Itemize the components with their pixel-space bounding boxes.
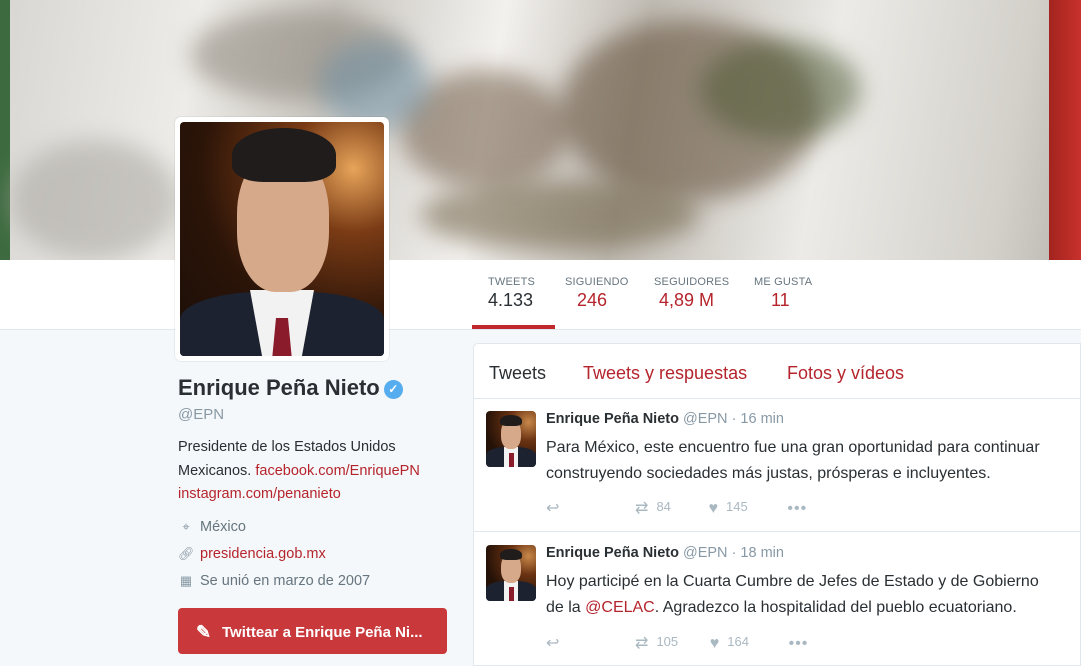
tweet-text-line: Hoy participé en la Cuarta Cumbre de Jef… <box>546 573 1039 590</box>
stat-value: 4.133 <box>488 290 534 310</box>
tweet-time[interactable]: · 18 min <box>732 545 784 561</box>
tweet-actions: ↩ ⇄ 105 ♥ 164 ••• <box>546 633 816 653</box>
profile-joined: ▦ Se unió en marzo de 2007 <box>178 573 370 589</box>
profile-bio: Presidente de los Estados Unidos Mexican… <box>178 436 438 507</box>
stat-value: 246 <box>577 290 608 310</box>
hair-shape <box>500 415 522 426</box>
tweet-avatar[interactable] <box>486 545 536 601</box>
tweet-text: Para México, este encuentro fue una gran… <box>546 435 1066 487</box>
like-action[interactable]: ♥ 164 <box>710 634 749 653</box>
timeline-tabs: Tweets Tweets y respuestas Fotos y vídeo… <box>474 344 1080 399</box>
retweet-icon: ⇄ <box>635 500 649 517</box>
tweet-text-line: Para México, este encuentro fue una gran… <box>546 439 1040 456</box>
tweet-time[interactable]: · 16 min <box>732 411 784 427</box>
heart-icon: ♥ <box>709 635 720 652</box>
joined-text: Se unió en marzo de 2007 <box>200 573 371 589</box>
tweet-actions: ↩ ⇄ 84 ♥ 145 ••• <box>546 498 815 518</box>
like-count: 164 <box>727 634 749 649</box>
tweet-to-label: Twittear a Enrique Peña Ni... <box>222 624 423 641</box>
heart-icon: ♥ <box>708 500 719 517</box>
tweet-text-fragment: . Agradezco la hospitalidad del pueblo e… <box>654 599 1017 616</box>
tab-tweets-replies[interactable]: Tweets y respuestas <box>583 363 747 384</box>
tweet-header: Enrique Peña Nieto @EPN · 18 min <box>546 545 784 561</box>
profile-name-text: Enrique Peña Nieto <box>178 375 380 400</box>
stat-followers[interactable]: SEGUIDORES 4,89 M <box>654 276 729 311</box>
profile-header-banner <box>0 0 1081 260</box>
tweet-text: Hoy participé en la Cuarta Cumbre de Jef… <box>546 569 1066 621</box>
tie-shape <box>509 453 514 467</box>
tweet-author[interactable]: Enrique Peña Nieto <box>546 545 679 561</box>
stat-label: TWEETS <box>488 276 536 288</box>
bio-facebook-link[interactable]: facebook.com/EnriquePN <box>255 463 419 479</box>
bio-instagram-link[interactable]: instagram.com/penanieto <box>178 486 341 502</box>
banner-shade <box>700 40 860 140</box>
reply-icon[interactable]: ↩ <box>546 633 559 653</box>
profile-location: ⌖ México <box>178 519 246 535</box>
location-text: México <box>200 519 246 535</box>
banner-shade <box>10 140 180 260</box>
flag-red-stripe <box>1049 0 1081 260</box>
tweet-handle[interactable]: @EPN <box>683 545 728 561</box>
website-link[interactable]: presidencia.gob.mx <box>200 546 326 562</box>
map-pin-icon: ⌖ <box>182 519 190 534</box>
stat-following[interactable]: SIGUIENDO 246 <box>565 276 629 311</box>
more-icon[interactable]: ••• <box>789 635 809 653</box>
stat-label: SIGUIENDO <box>565 276 629 288</box>
stat-tweets[interactable]: TWEETS 4.133 <box>471 276 556 329</box>
profile-avatar[interactable] <box>175 117 389 361</box>
quill-icon: ✎ <box>196 622 212 642</box>
tweet-header: Enrique Peña Nieto @EPN · 16 min <box>546 411 784 427</box>
timeline: Tweets Tweets y respuestas Fotos y vídeo… <box>473 343 1081 666</box>
stat-likes[interactable]: ME GUSTA 11 <box>754 276 812 311</box>
flag-green-stripe <box>0 0 10 260</box>
like-count: 145 <box>726 499 748 514</box>
profile-name: Enrique Peña Nieto ✓ <box>178 375 403 401</box>
tweet-handle[interactable]: @EPN <box>683 411 728 427</box>
more-icon[interactable]: ••• <box>787 500 807 518</box>
hair-shape <box>232 128 336 182</box>
calendar-icon: ▦ <box>179 573 193 588</box>
profile-handle[interactable]: @EPN <box>178 406 224 423</box>
retweet-count: 105 <box>656 634 679 649</box>
retweet-action[interactable]: ⇄ 105 <box>635 633 678 653</box>
tweet-item[interactable]: Enrique Peña Nieto @EPN · 18 min Hoy par… <box>474 533 1080 666</box>
avatar-photo <box>180 122 384 356</box>
retweet-count: 84 <box>656 499 671 514</box>
tab-photos-videos[interactable]: Fotos y vídeos <box>787 363 904 384</box>
link-icon: 🔗︎ <box>178 546 195 561</box>
tab-tweets[interactable]: Tweets <box>489 363 546 384</box>
stat-label: SEGUIDORES <box>654 276 730 288</box>
stat-value: 4,89 M <box>659 290 715 310</box>
mention-link[interactable]: @CELAC <box>585 599 655 616</box>
retweet-icon: ⇄ <box>635 635 649 652</box>
profile-nav: TWEETS 4.133 SIGUIENDO 246 SEGUIDORES 4,… <box>0 260 1081 330</box>
tweet-text-fragment: de la <box>546 599 586 616</box>
stat-value: 11 <box>771 290 790 310</box>
tweet-to-button[interactable]: ✎ Twittear a Enrique Peña Ni... <box>178 608 447 654</box>
tweet-text-line: construyendo sociedades más justas, prós… <box>546 465 991 482</box>
tweet-avatar[interactable] <box>486 411 536 467</box>
profile-website: 🔗︎ presidencia.gob.mx <box>178 546 326 562</box>
like-action[interactable]: ♥ 145 <box>709 499 748 518</box>
reply-icon[interactable]: ↩ <box>546 498 559 518</box>
hair-shape <box>500 549 522 560</box>
stat-label: ME GUSTA <box>754 276 813 288</box>
retweet-action[interactable]: ⇄ 84 <box>635 498 671 518</box>
tie-shape <box>509 587 514 601</box>
tweet-author[interactable]: Enrique Peña Nieto <box>546 411 679 427</box>
verified-check-icon: ✓ <box>383 380 403 399</box>
tweet-item[interactable]: Enrique Peña Nieto @EPN · 16 min Para Mé… <box>474 399 1080 532</box>
banner-shade <box>420 180 700 250</box>
